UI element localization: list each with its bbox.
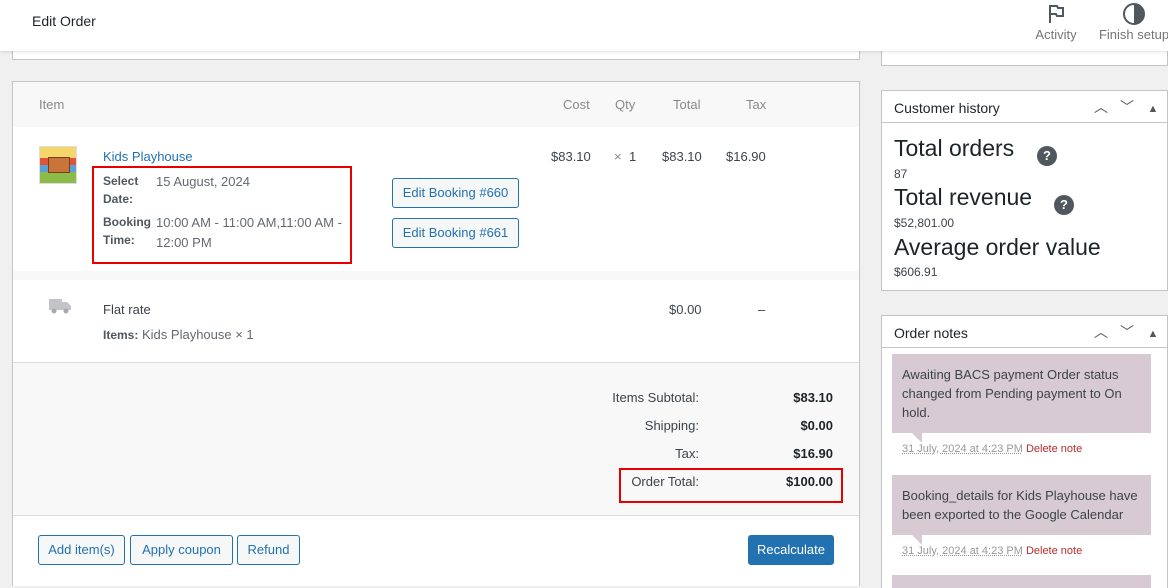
- order-note: Booking_details for Kids Playhouse have …: [892, 475, 1151, 545]
- meta-value-booking-time: 10:00 AM - 11:00 AM,11:00 AM - 12:00 PM: [156, 215, 342, 250]
- shipping-total-label: Shipping:: [644, 418, 699, 433]
- edit-booking-660-button[interactable]: Edit Booking #660: [392, 178, 519, 208]
- finish-setup-label: Finish setup: [1098, 27, 1168, 42]
- page-title: Edit Order: [32, 13, 96, 29]
- order-items-panel: Item Cost Qty Total Tax Kids Playhouse S…: [12, 81, 860, 586]
- note-meta: 31 July, 2024 at 4:23 PM Delete note: [902, 545, 1082, 557]
- product-qty: 1: [629, 149, 637, 164]
- col-tax: Tax: [746, 97, 767, 112]
- shipping-total-value: $0.00: [800, 418, 833, 433]
- row-separator: [13, 271, 859, 280]
- items-table-header: Item Cost Qty Total Tax: [13, 82, 859, 127]
- note-timestamp: 31 July, 2024 at 4:23 PM: [902, 545, 1023, 557]
- total-revenue-value: $52,801.00: [894, 216, 955, 230]
- finish-setup-button[interactable]: Finish setup: [1098, 0, 1168, 51]
- product-name-link[interactable]: Kids Playhouse: [103, 149, 193, 164]
- order-notes-box: Order notes ︿ ﹀ ▲ Awaiting BACS payment Or…: [881, 315, 1168, 588]
- customer-history-title: Customer history: [894, 100, 1000, 116]
- chevron-up-icon[interactable]: ︿: [1088, 322, 1114, 342]
- product-tax: $16.90: [726, 149, 766, 164]
- items-subtotal-label: Items Subtotal:: [612, 390, 699, 405]
- items-actions-bar: Add item(s) Apply coupon Refund Recalcul…: [13, 516, 859, 586]
- average-order-value-value: $606.91: [894, 265, 938, 279]
- shipping-items-key: Items:: [103, 328, 139, 342]
- truck-icon: [49, 299, 71, 314]
- edit-booking-661-button[interactable]: Edit Booking #661: [392, 218, 519, 248]
- note-meta: 31 July, 2024 at 4:23 PM Delete note: [902, 443, 1082, 455]
- top-header-bar: Edit Order Activity Finish setup: [0, 0, 1168, 51]
- help-icon[interactable]: ?: [1054, 195, 1074, 215]
- activity-button[interactable]: Activity: [1031, 0, 1081, 51]
- chevron-down-icon[interactable]: ﹀: [1114, 97, 1140, 117]
- total-orders-value: 87: [894, 167, 908, 181]
- triangle-up-icon[interactable]: ▲: [1140, 328, 1166, 340]
- refund-button[interactable]: Refund: [237, 535, 300, 565]
- col-cost: Cost: [563, 97, 590, 112]
- note-text: Booking_details for Kids Playhouse have …: [902, 488, 1138, 522]
- customer-history-header: Customer history ︿ ﹀ ▲: [882, 91, 1167, 123]
- apply-coupon-button[interactable]: Apply coupon: [130, 535, 233, 565]
- box-controls: ︿ ﹀ ▲: [1088, 97, 1166, 117]
- recalculate-button[interactable]: Recalculate: [748, 535, 834, 565]
- order-total-value: $100.00: [786, 474, 833, 489]
- customer-history-box: Customer history ︿ ﹀ ▲ Total orders ? 87 T…: [881, 90, 1168, 291]
- activity-label: Activity: [1035, 27, 1077, 42]
- shipping-method-name: Flat rate: [103, 302, 151, 317]
- meta-value-select-date: 15 August, 2024: [156, 174, 250, 189]
- add-items-button[interactable]: Add item(s): [38, 535, 125, 565]
- box-controls: ︿ ﹀ ▲: [1088, 322, 1166, 342]
- shipping-tax: –: [758, 302, 766, 317]
- note-text: Awaiting BACS payment Order status chang…: [902, 367, 1122, 420]
- help-icon[interactable]: ?: [1037, 146, 1057, 166]
- total-orders-label: Total orders: [894, 135, 1015, 161]
- chevron-up-icon[interactable]: ︿: [1088, 97, 1114, 117]
- order-note: [892, 575, 1151, 588]
- order-totals: Items Subtotal: $83.10 Shipping: $0.00 T…: [13, 363, 859, 515]
- shipping-items-value: Kids Playhouse × 1: [142, 327, 254, 342]
- order-notes-header: Order notes ︿ ﹀ ▲: [882, 316, 1167, 348]
- tax-total-label: Tax:: [675, 446, 699, 461]
- qty-multiplier: ×: [614, 149, 622, 164]
- items-subtotal-value: $83.10: [793, 390, 833, 405]
- tax-total-value: $16.90: [793, 446, 833, 461]
- order-note: Awaiting BACS payment Order status chang…: [892, 354, 1151, 443]
- product-thumbnail[interactable]: [39, 146, 77, 184]
- delete-note-link[interactable]: Delete note: [1026, 443, 1082, 455]
- note-timestamp: 31 July, 2024 at 4:23 PM: [902, 443, 1023, 455]
- total-revenue-label: Total revenue: [894, 184, 1033, 210]
- order-total-label: Order Total:: [631, 474, 699, 489]
- col-item: Item: [39, 97, 65, 112]
- product-total: $83.10: [662, 149, 702, 164]
- meta-key-booking-time: Booking Time:: [103, 215, 151, 247]
- triangle-up-icon[interactable]: ▲: [1140, 103, 1166, 115]
- product-cost: $83.10: [551, 149, 591, 164]
- half-circle-icon: [1123, 3, 1145, 25]
- meta-key-select-date: Select Date:: [103, 174, 139, 206]
- col-qty: Qty: [615, 97, 636, 112]
- chevron-down-icon[interactable]: ﹀: [1114, 322, 1140, 342]
- col-total: Total: [673, 97, 701, 112]
- flag-icon: [1049, 5, 1064, 23]
- shipping-total: $0.00: [669, 302, 702, 317]
- delete-note-link[interactable]: Delete note: [1026, 545, 1082, 557]
- average-order-value-label: Average order value: [894, 234, 1101, 260]
- order-notes-title: Order notes: [894, 325, 968, 341]
